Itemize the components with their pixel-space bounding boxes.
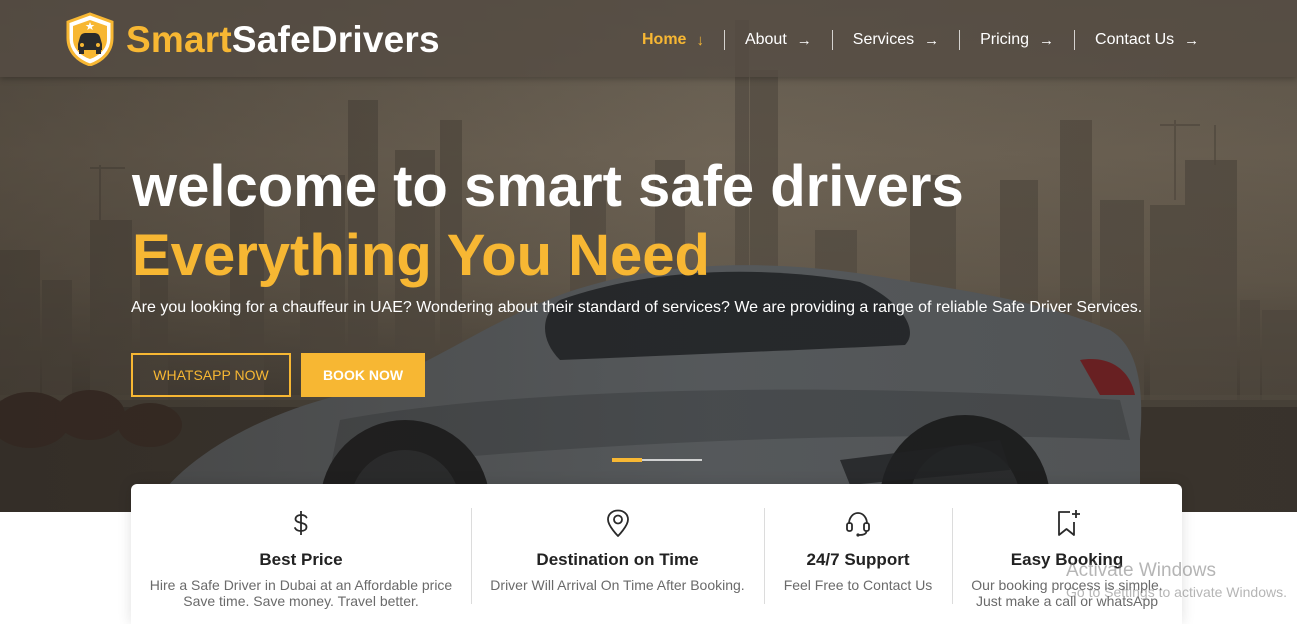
arrow-right-icon: → <box>924 31 940 49</box>
hero-subheadline: Everything You Need <box>132 223 710 288</box>
feature-description-line: Our booking process is simple. <box>971 577 1163 593</box>
feature-description-line: Just make a call or whatsApp <box>975 593 1159 609</box>
feature-description: Hire a Safe Driver in Dubai at an Afford… <box>150 577 452 609</box>
top-navigation-bar: SmartSafeDrivers Home ↓ About → Services… <box>0 0 1297 77</box>
arrow-right-icon: → <box>796 31 812 49</box>
feature-description-line: Driver Will Arrival On Time After Bookin… <box>490 577 745 593</box>
arrow-right-icon: → <box>1039 31 1055 49</box>
feature-support: 24/7 Support Feel Free to Contact Us <box>764 484 952 624</box>
arrow-right-icon: → <box>1184 31 1200 49</box>
feature-description-line: Feel Free to Contact Us <box>783 577 933 593</box>
feature-description-line: Save time. Save money. Travel better. <box>183 593 419 609</box>
feature-description: Driver Will Arrival On Time After Bookin… <box>490 577 744 593</box>
nav-item-label: Contact Us <box>1095 31 1175 48</box>
feature-title: 24/7 Support <box>806 550 910 569</box>
brand-name: SmartSafeDrivers <box>126 21 440 58</box>
feature-title: Best Price <box>259 550 343 569</box>
nav-item-services[interactable]: Services → <box>833 30 959 50</box>
feature-title: Easy Booking <box>1010 550 1124 569</box>
whatsapp-now-button[interactable]: WHATSAPP NOW <box>131 353 291 397</box>
feature-description-line: Hire a Safe Driver in Dubai at an Afford… <box>149 577 453 593</box>
slider-dot-active[interactable] <box>612 458 642 462</box>
brand-name-safedrivers: SafeDrivers <box>231 18 440 60</box>
map-pin-icon <box>606 509 629 537</box>
nav-item-label: Home <box>642 31 687 48</box>
nav-item-contact-us[interactable]: Contact Us → <box>1075 30 1219 50</box>
feature-description: Our booking process is simple. Just make… <box>971 577 1162 609</box>
feature-best-price: Best Price Hire a Safe Driver in Dubai a… <box>131 484 471 624</box>
arrow-down-icon: ↓ <box>696 31 704 49</box>
feature-title: Destination on Time <box>536 550 699 569</box>
nav-item-home[interactable]: Home ↓ <box>622 30 724 50</box>
nav-item-label: Services <box>852 31 915 48</box>
dollar-icon <box>294 511 308 535</box>
features-panel: Best Price Hire a Safe Driver in Dubai a… <box>131 484 1182 624</box>
book-now-button[interactable]: BOOK NOW <box>301 353 425 397</box>
feature-description: Feel Free to Contact Us <box>784 577 933 593</box>
shield-car-icon <box>66 12 114 66</box>
feature-easy-booking: Easy Booking Our booking process is simp… <box>952 484 1182 624</box>
brand-logo[interactable]: SmartSafeDrivers <box>64 12 440 66</box>
slider-pagination <box>612 458 702 462</box>
brand-name-smart: Smart <box>126 18 232 60</box>
headset-icon <box>846 512 870 537</box>
feature-destination-on-time: Destination on Time Driver Will Arrival … <box>471 484 764 624</box>
hero-headline: welcome to smart safe drivers <box>132 154 964 219</box>
slider-dot[interactable] <box>642 459 702 461</box>
nav-item-label: About <box>744 31 787 48</box>
bookmark-plus-icon <box>1058 510 1080 536</box>
nav-item-about[interactable]: About → <box>725 30 832 50</box>
main-nav: Home ↓ About → Services → Pricing → Cont… <box>622 27 1219 53</box>
nav-item-pricing[interactable]: Pricing → <box>960 30 1074 50</box>
hero-lead-text: Are you looking for a chauffeur in UAE? … <box>131 299 1143 316</box>
nav-item-label: Pricing <box>980 31 1030 48</box>
